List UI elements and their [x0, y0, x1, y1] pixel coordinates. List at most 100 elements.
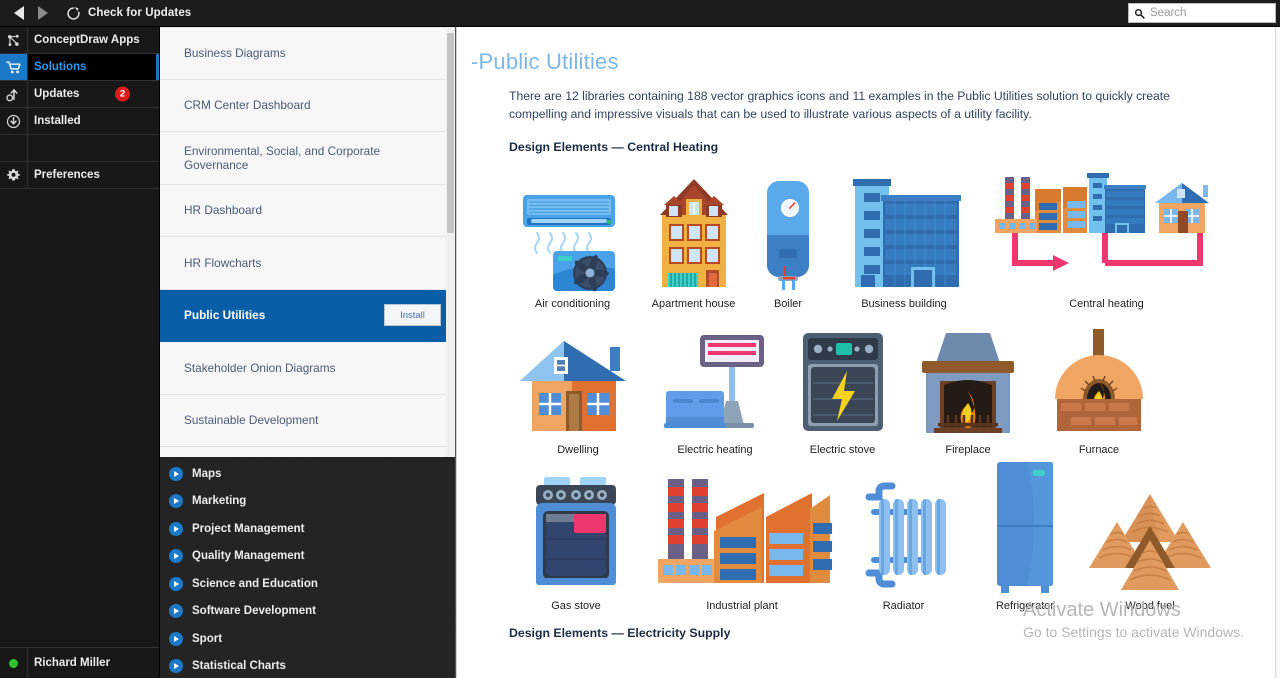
design-element-electric-stove[interactable]: Electric stove — [779, 329, 906, 456]
refrigerator-icon — [989, 460, 1061, 595]
category-label: Statistical Charts — [192, 660, 286, 673]
dwelling-icon — [516, 329, 640, 439]
icon-caption: Refrigerator — [995, 600, 1055, 612]
solution-item[interactable]: Sustainable Development — [160, 394, 455, 447]
gas-stove-icon — [530, 473, 622, 595]
design-element-apartment-house[interactable]: Apartment house — [640, 173, 747, 310]
categories-list: Maps Marketing Project Management Qualit… — [160, 457, 455, 678]
user-account-row[interactable]: Richard Miller — [0, 647, 159, 678]
design-element-wood-fuel[interactable]: Wood fuel — [1080, 470, 1220, 612]
icon-row-2: Dwelling Electric heating Electric stove… — [505, 328, 1280, 456]
check-for-updates-button[interactable]: Check for Updates — [66, 6, 191, 21]
category-item-quality-management[interactable]: Quality Management — [160, 543, 455, 571]
solution-item-public-utilities[interactable]: Public Utilities Install — [160, 289, 455, 342]
category-item-project-management[interactable]: Project Management — [160, 515, 455, 543]
category-item-maps[interactable]: Maps — [160, 460, 455, 488]
category-label: Project Management — [192, 522, 305, 535]
design-element-air-conditioning[interactable]: Air conditioning — [505, 175, 640, 310]
design-element-central-heating[interactable]: Central heating — [979, 171, 1234, 310]
design-element-electric-heating[interactable]: Electric heating — [651, 329, 779, 456]
category-item-statistical-charts[interactable]: Statistical Charts — [160, 653, 455, 678]
electric-heating-icon — [660, 329, 770, 439]
section-heading-electricity-supply: Design Elements — Electricity Supply — [509, 626, 731, 640]
industrial-plant-icon — [652, 473, 832, 595]
sidebar-item-label: ConceptDraw Apps — [34, 34, 140, 46]
solution-item[interactable]: CRM Center Dashboard — [160, 79, 455, 132]
category-label: Quality Management — [192, 550, 305, 563]
icon-caption: Electric heating — [677, 444, 753, 456]
top-toolbar: Check for Updates Search — [0, 0, 1280, 27]
solution-detail: -Public Utilities There are 12 libraries… — [457, 27, 1280, 678]
design-element-dwelling[interactable]: Dwelling — [505, 329, 651, 456]
navigation-arrows — [0, 2, 54, 24]
sidebar-label-cell: ConceptDraw Apps — [28, 27, 159, 53]
solution-description: There are 12 libraries containing 188 ve… — [509, 89, 1170, 121]
page-title-text: Public Utilities — [478, 49, 619, 74]
solution-item[interactable]: HR Flowcharts — [160, 237, 455, 290]
central-heating-icon — [987, 171, 1227, 293]
electric-stove-icon — [799, 329, 887, 439]
icon-caption: Central heating — [1069, 298, 1144, 310]
solution-name: Business Diagrams — [184, 46, 286, 61]
design-element-furnace[interactable]: Furnace — [1030, 327, 1168, 456]
design-element-boiler[interactable]: Boiler — [747, 173, 829, 310]
design-element-business-building[interactable]: Business building — [829, 171, 979, 310]
category-item-software-development[interactable]: Software Development — [160, 598, 455, 626]
user-name: Richard Miller — [34, 657, 111, 669]
chevron-right-icon — [169, 604, 183, 619]
sidebar-item-label: Preferences — [34, 169, 100, 181]
sidebar-item-solutions[interactable]: Solutions — [0, 54, 159, 81]
sidebar-item-label: Installed — [34, 115, 81, 127]
sidebar-item-updates[interactable]: Updates 2 — [0, 81, 159, 108]
icon-caption: Furnace — [1078, 444, 1120, 456]
solutions-list[interactable]: Business Diagrams CRM Center Dashboard E… — [160, 27, 455, 457]
design-element-industrial-plant[interactable]: Industrial plant — [647, 473, 837, 612]
triangle-left-icon — [14, 6, 24, 20]
icon-caption: Apartment house — [651, 298, 736, 310]
furnace-icon — [1043, 327, 1155, 439]
design-element-refrigerator[interactable]: Refrigerator — [970, 460, 1080, 612]
sidebar-spacer-icon-cell — [0, 135, 28, 161]
icon-caption: Electric stove — [809, 444, 876, 456]
design-element-gas-stove[interactable]: Gas stove — [505, 473, 647, 612]
page-title: -Public Utilities — [471, 49, 1280, 75]
main-content-scrollbar[interactable] — [1275, 27, 1280, 678]
search-icon — [1134, 8, 1145, 19]
back-button[interactable] — [8, 2, 30, 24]
sidebar-item-preferences[interactable]: Preferences — [0, 162, 159, 189]
forward-button[interactable] — [32, 2, 54, 24]
shopping-cart-icon — [0, 54, 28, 80]
design-element-fireplace[interactable]: Fireplace — [906, 329, 1030, 456]
page-title-prefix: - — [471, 49, 479, 74]
category-item-science-and-education[interactable]: Science and Education — [160, 570, 455, 598]
install-button[interactable]: Install — [384, 304, 441, 327]
icon-row-3: Gas stove Industrial plant Radiator Refr… — [505, 462, 1280, 612]
solution-item[interactable]: HR Dashboard — [160, 184, 455, 237]
design-element-radiator[interactable]: Radiator — [837, 475, 970, 612]
sidebar-spacer-row — [0, 135, 159, 162]
update-arrow-icon — [0, 81, 28, 107]
chevron-right-icon — [169, 659, 183, 674]
boiler-icon — [757, 173, 819, 293]
download-circle-icon — [0, 108, 28, 134]
sidebar-label-cell: Solutions — [28, 54, 159, 80]
scrollbar-thumb[interactable] — [447, 33, 454, 233]
icon-caption: Industrial plant — [706, 600, 778, 612]
sidebar-label-cell: Installed — [28, 108, 159, 134]
apps-network-icon — [0, 27, 28, 53]
category-label: Sport — [192, 632, 223, 645]
sidebar-item-conceptdraw-apps[interactable]: ConceptDraw Apps — [0, 27, 159, 54]
solution-name: Stakeholder Onion Diagrams — [184, 360, 336, 375]
search-input[interactable]: Search — [1128, 3, 1276, 23]
solution-item[interactable]: Stakeholder Onion Diagrams — [160, 342, 455, 395]
triangle-right-icon — [38, 6, 48, 20]
category-item-sport[interactable]: Sport — [160, 625, 455, 653]
refresh-icon — [67, 6, 80, 20]
solutions-list-scrollbar[interactable] — [446, 27, 455, 457]
chevron-right-icon — [169, 494, 183, 509]
sidebar-item-installed[interactable]: Installed — [0, 108, 159, 135]
solution-name: CRM Center Dashboard — [184, 98, 311, 113]
solution-item[interactable]: Business Diagrams — [160, 27, 455, 80]
solution-item[interactable]: Environmental, Social, and Corporate Gov… — [160, 132, 455, 185]
category-item-marketing[interactable]: Marketing — [160, 488, 455, 516]
